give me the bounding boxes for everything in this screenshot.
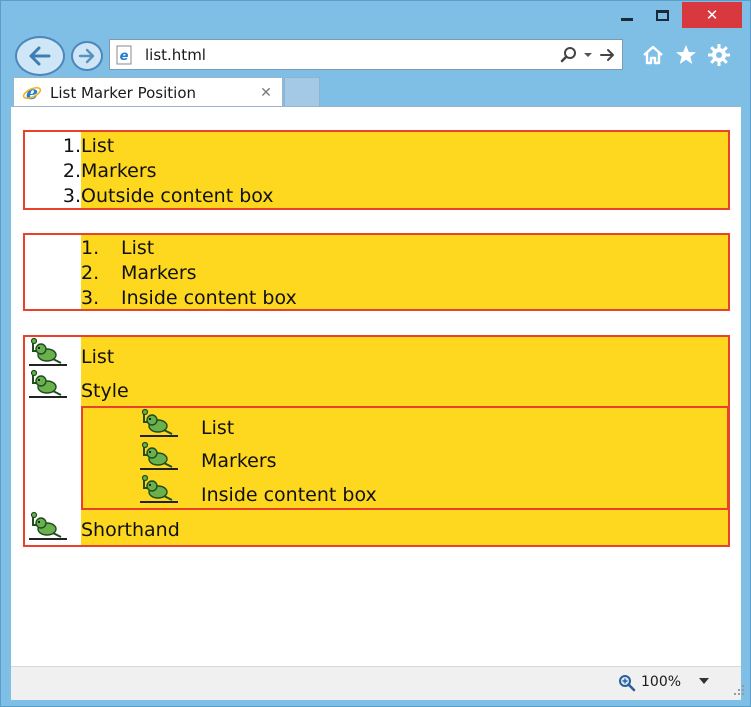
list-item-text: Markers <box>121 262 197 284</box>
goblin-marker-icon <box>29 337 67 366</box>
go-arrow-icon[interactable] <box>598 46 616 64</box>
list-item: 3. Inside content box <box>81 286 297 311</box>
browser-window: ✕ e list.html e List Marker Position ✕ 1… <box>0 0 751 707</box>
tab-strip: e List Marker Position ✕ <box>1 75 751 107</box>
back-arrow-icon <box>29 46 51 66</box>
list-marker: 3. <box>62 185 81 207</box>
list-item-text: Outside content box <box>81 185 274 207</box>
status-bar: 100% <box>11 666 744 700</box>
list-item: Shorthand <box>81 518 180 543</box>
search-icon[interactable] <box>560 46 578 64</box>
settings-gear-icon[interactable] <box>707 43 731 67</box>
resize-grip-icon[interactable] <box>733 684 745 696</box>
minimize-icon <box>621 17 633 21</box>
list-item: Inside content box <box>201 483 377 508</box>
page-content: 1. List 2. Markers 3. Outside content bo… <box>11 106 741 666</box>
navigation-bar: e list.html <box>1 31 751 77</box>
list-marker: 1. <box>62 135 81 157</box>
address-bar[interactable]: e list.html <box>109 39 623 70</box>
goblin-marker-icon <box>29 369 67 398</box>
back-button[interactable] <box>15 36 65 76</box>
list-item: 2. Markers <box>63 159 157 184</box>
tab-title: List Marker Position <box>50 83 197 102</box>
goblin-marker-icon <box>140 474 178 503</box>
inside-marker-list: 1. List 2. Markers 3. Inside content box <box>23 233 730 311</box>
svg-text:e: e <box>26 83 38 103</box>
zoom-level[interactable]: 100% <box>641 674 681 690</box>
list-item: Style <box>81 379 129 404</box>
tab-list-marker-position[interactable]: e List Marker Position ✕ <box>13 77 283 107</box>
list-item-text: List <box>81 135 115 157</box>
list-item-text: Inside content box <box>121 287 297 309</box>
goblin-marker-icon <box>140 408 178 437</box>
address-text[interactable]: list.html <box>145 46 560 64</box>
zoom-dropdown-icon[interactable] <box>699 678 709 684</box>
list-item-text: List <box>121 237 155 259</box>
goblin-marker-icon <box>140 441 178 470</box>
list-item: List <box>201 416 234 441</box>
list-item: 3. Outside content box <box>63 184 274 209</box>
close-icon: ✕ <box>705 6 719 24</box>
dropdown-icon[interactable] <box>583 46 593 64</box>
browser-tools <box>637 41 747 69</box>
address-tools <box>560 46 616 64</box>
maximize-button[interactable] <box>647 2 677 28</box>
list-item: 1. List <box>81 236 154 261</box>
home-icon[interactable] <box>641 43 665 67</box>
list-item-text: List <box>81 346 115 368</box>
image-marker-list: List Style List Markers Inside content b… <box>23 335 730 547</box>
ie-logo-icon: e <box>22 83 42 103</box>
minimize-button[interactable] <box>613 2 641 28</box>
new-tab-button[interactable] <box>284 77 320 107</box>
list-marker: 2. <box>81 262 100 284</box>
zoom-icon[interactable] <box>618 674 636 692</box>
goblin-marker-icon <box>29 511 67 540</box>
list-item: 2. Markers <box>81 261 197 286</box>
list-item: 1. List <box>63 134 115 159</box>
list-item-text: Markers <box>201 450 277 472</box>
list-item: List <box>81 345 114 370</box>
forward-button[interactable] <box>71 41 103 71</box>
svg-text:e: e <box>120 49 129 64</box>
tab-close-icon[interactable]: ✕ <box>256 85 276 101</box>
list-item-text: Markers <box>81 160 157 182</box>
list-item-text: Shorthand <box>81 519 180 541</box>
list-item-text: Inside content box <box>201 484 377 506</box>
list-item-text: Style <box>81 380 129 402</box>
title-bar: ✕ <box>1 1 751 35</box>
nested-inside-list: List Markers Inside content box <box>81 406 729 510</box>
list-item: Markers <box>201 449 277 474</box>
list-marker: 3. <box>81 287 100 309</box>
outside-marker-list: 1. List 2. Markers 3. Outside content bo… <box>23 130 730 210</box>
favorites-star-icon[interactable] <box>674 43 698 67</box>
close-window-button[interactable]: ✕ <box>682 2 742 28</box>
maximize-icon <box>655 9 669 21</box>
list-marker: 1. <box>81 237 100 259</box>
list-item-text: List <box>201 417 235 439</box>
list-marker: 2. <box>62 160 81 182</box>
ie-page-icon: e <box>116 45 132 64</box>
forward-arrow-icon <box>78 48 95 64</box>
